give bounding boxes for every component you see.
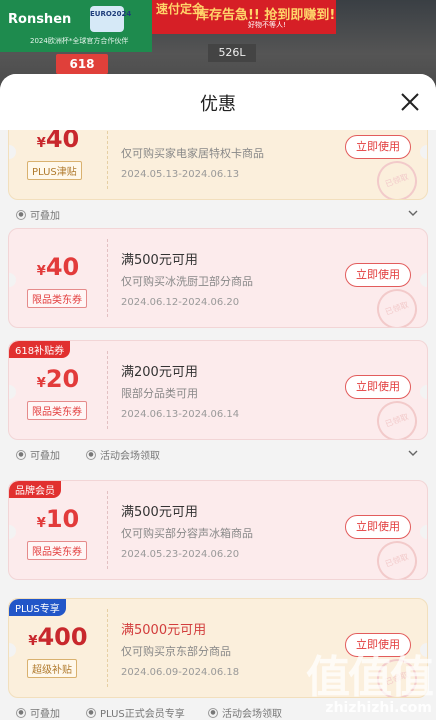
currency-symbol: ¥ (36, 264, 46, 279)
coupon-description: 仅可购买家电家居特权卡商品 (121, 147, 264, 160)
coupon-sheet: 优惠 ¥40 PLUS津贴 仅可购买家电家居特权卡商品 2024.05.13-2024… (0, 74, 436, 720)
coupon-description: 仅可购买部分容声冰箱商品 (121, 527, 253, 540)
coupon-kind: 限品类东券 (27, 541, 87, 560)
coupon-card[interactable]: 品牌会员 ¥10 限品类东券 满500元可用仅可购买部分容声冰箱商品 2024.05.2… (8, 480, 428, 580)
stack-icon: ● (16, 209, 26, 220)
stack-icon: ● (16, 449, 26, 460)
brand-name: Ronshen (8, 12, 72, 27)
coupon-amount: ¥20 (9, 365, 107, 393)
amount-value: 40 (45, 130, 80, 153)
coupon-item: ¥40 PLUS津贴 仅可购买家电家居特权卡商品 2024.05.13-2024.06… (8, 130, 428, 226)
coupon-amount: ¥40 (9, 253, 107, 281)
footer-tag-label: 可叠加 (30, 451, 60, 462)
coupon-footer: ● 可叠加 ● 活动会场领取 (8, 440, 428, 466)
brand-block: Ronshen EURO2024 2024欧洲杯*全球官方合作伙伴 (0, 0, 152, 52)
coupon-amount: ¥400 (9, 623, 107, 651)
coupon-description: 限部分品类可用 (121, 387, 198, 400)
watermark: 值值值 zhizhizhi.com (306, 652, 434, 717)
use-now-button[interactable]: 立即使用 (345, 515, 411, 539)
card-divider (107, 609, 108, 687)
watermark-logo: 值值值 (306, 652, 434, 703)
tag-capacity: 526L (208, 44, 256, 62)
amount-value: 10 (45, 505, 80, 533)
coupon-date: 2024.05.23-2024.06.20 (121, 549, 240, 560)
promo-bottom-text: 好物不等人! (248, 21, 286, 29)
coupon-card[interactable]: ¥40 PLUS津贴 仅可购买家电家居特权卡商品 2024.05.13-2024.06… (8, 130, 428, 200)
footer-tag: ● 可叠加 (16, 447, 60, 462)
watermark-url: zhizhizhi.com (325, 700, 432, 716)
card-divider (107, 491, 108, 569)
brand-subtitle: 2024欧洲杯*全球官方合作伙伴 (30, 37, 129, 45)
footer-tag-label: 活动会场领取 (222, 709, 282, 720)
venue-icon: ● (208, 707, 218, 718)
currency-symbol: ¥ (36, 376, 46, 391)
claimed-stamp: 已领取 (371, 155, 423, 199)
card-notch (420, 273, 427, 287)
claimed-stamp: 已领取 (371, 535, 423, 579)
coupon-badge: 618补贴券 (9, 341, 71, 358)
coupon-kind: PLUS津贴 (27, 161, 82, 180)
coupon-date: 2024.06.09-2024.06.18 (121, 667, 240, 678)
use-now-button[interactable]: 立即使用 (345, 263, 411, 287)
claimed-stamp: 已领取 (371, 283, 423, 327)
footer-tag-label: PLUS正式会员专享 (100, 709, 185, 720)
coupon-description: 仅可购买冰洗厨卫部分商品 (121, 275, 253, 288)
card-notch (420, 145, 427, 159)
card-divider (107, 130, 108, 189)
card-notch (420, 525, 427, 539)
currency-symbol: ¥ (36, 516, 46, 531)
coupon-card[interactable]: 618补贴券 ¥20 限品类东券 满200元可用 限部分品类可用 2024.06.13-2… (8, 340, 428, 440)
coupon-item: 品牌会员 ¥10 限品类东券 满500元可用仅可购买部分容声冰箱商品 2024.05.2… (8, 480, 428, 580)
use-now-button[interactable]: 立即使用 (345, 135, 411, 159)
coupon-amount: ¥10 (9, 505, 107, 533)
euro-badge: EURO2024 (90, 6, 131, 32)
amount-value: 40 (45, 253, 80, 281)
coupon-title: 满5000元可用 (121, 623, 207, 638)
coupon-kind: 超级补贴 (27, 659, 77, 678)
promo-banner: 速付定金 库存告急!! 抢到即赚到! 好物不等人! (152, 0, 336, 34)
venue-icon: ● (86, 449, 96, 460)
coupon-item: ¥40 限品类东券 满500元可用仅可购买冰洗厨卫部分商品 2024.06.12-20… (8, 228, 428, 328)
amount-value: 400 (37, 623, 88, 651)
claimed-stamp: 已领取 (371, 395, 423, 439)
footer-tag-label: 活动会场领取 (100, 451, 160, 462)
coupon-kind: 限品类东券 (27, 289, 87, 308)
coupon-date: 2024.05.13-2024.06.13 (121, 169, 240, 180)
coupon-amount: ¥40 (9, 130, 107, 153)
card-divider (107, 239, 108, 317)
footer-tag-label: 可叠加 (30, 709, 60, 720)
coupon-date: 2024.06.12-2024.06.20 (121, 297, 240, 308)
sheet-title: 优惠 (200, 94, 236, 115)
coupon-item: 618补贴券 ¥20 限品类东券 满200元可用 限部分品类可用 2024.06.13-2… (8, 340, 428, 466)
coupon-badge: 品牌会员 (9, 481, 61, 498)
footer-tag: ● 活动会场领取 (208, 705, 282, 720)
coupon-footer: ● 可叠加 (8, 200, 428, 226)
card-notch (420, 385, 427, 399)
use-now-button[interactable]: 立即使用 (345, 375, 411, 399)
tag-618: 618 (56, 54, 108, 74)
footer-tag-label: 可叠加 (30, 211, 60, 222)
footer-tag: ● 可叠加 (16, 705, 60, 720)
coupon-title: 满500元可用 (121, 253, 198, 268)
coupon-title: 满500元可用 (121, 505, 198, 520)
close-icon[interactable] (398, 90, 422, 114)
coupon-description: 仅可购买京东部分商品 (121, 645, 231, 658)
plus-icon: ● (86, 707, 96, 718)
footer-tag: ● PLUS正式会员专享 (86, 705, 185, 720)
coupon-list[interactable]: ¥40 PLUS津贴 仅可购买家电家居特权卡商品 2024.05.13-2024.06… (0, 130, 436, 720)
footer-tag: ● 活动会场领取 (86, 447, 160, 462)
amount-value: 20 (45, 365, 80, 393)
coupon-title: 满200元可用 (121, 365, 198, 380)
chevron-down-icon[interactable] (408, 208, 418, 218)
currency-symbol: ¥ (36, 136, 46, 151)
card-divider (107, 351, 108, 429)
footer-tag: ● 可叠加 (16, 207, 60, 222)
coupon-badge: PLUS专享 (9, 599, 66, 616)
coupon-card[interactable]: ¥40 限品类东券 满500元可用仅可购买冰洗厨卫部分商品 2024.06.12-20… (8, 228, 428, 328)
sheet-header: 优惠 (0, 74, 436, 130)
stack-icon: ● (16, 707, 26, 718)
coupon-date: 2024.06.13-2024.06.14 (121, 409, 240, 420)
chevron-down-icon[interactable] (408, 448, 418, 458)
coupon-kind: 限品类东券 (27, 401, 87, 420)
